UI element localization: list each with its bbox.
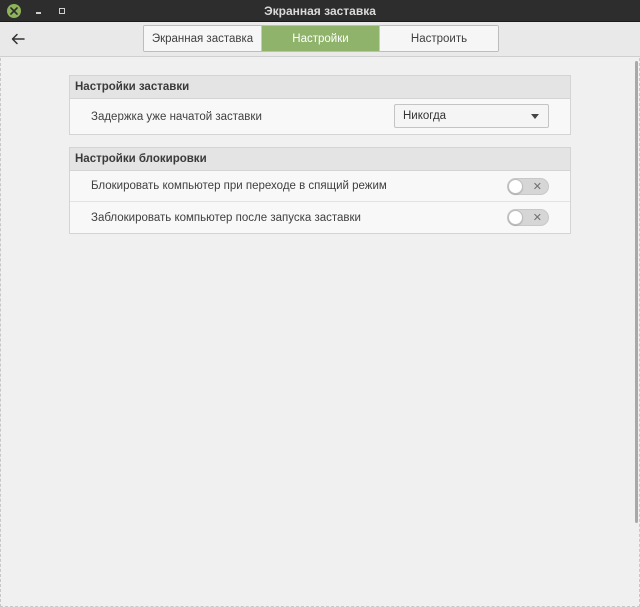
content-area xyxy=(0,58,640,607)
lock-after-screensaver-label: Заблокировать компьютер после запуска за… xyxy=(91,211,361,224)
toggle-knob xyxy=(508,179,523,194)
delay-label: Задержка уже начатой заставки xyxy=(91,110,262,123)
stack-switcher: Экранная заставка Настройки Настроить xyxy=(143,25,499,52)
screensaver-settings-section: Настройки заставки Задержка уже начатой … xyxy=(69,75,571,135)
delay-value: Никогда xyxy=(403,110,447,122)
scrollbar[interactable] xyxy=(635,61,638,523)
delay-row: Задержка уже начатой заставки Никогда xyxy=(70,99,570,134)
back-arrow-icon xyxy=(11,33,25,45)
tab-customize[interactable]: Настроить xyxy=(380,26,498,51)
lock-after-screensaver-toggle[interactable]: ✕ xyxy=(507,209,549,226)
lock-on-suspend-label: Блокировать компьютер при переходе в спя… xyxy=(91,180,387,192)
x-icon: ✕ xyxy=(532,212,542,224)
toggle-knob xyxy=(508,210,523,225)
chevron-down-icon xyxy=(531,114,539,119)
lock-after-screensaver-row: Заблокировать компьютер после запуска за… xyxy=(70,202,570,233)
lock-on-suspend-row: Блокировать компьютер при переходе в спя… xyxy=(70,171,570,202)
section-header: Настройки блокировки xyxy=(70,148,570,171)
back-button[interactable] xyxy=(8,30,28,48)
lock-settings-section: Настройки блокировки Блокировать компьют… xyxy=(69,147,571,234)
tab-screensaver[interactable]: Экранная заставка xyxy=(144,26,262,51)
window-titlebar: Экранная заставка xyxy=(0,0,640,22)
window-title: Экранная заставка xyxy=(264,4,376,18)
delay-dropdown[interactable]: Никогда xyxy=(394,104,549,128)
lock-on-suspend-toggle[interactable]: ✕ xyxy=(507,178,549,195)
header-bar: Экранная заставка Настройки Настроить xyxy=(0,22,640,57)
x-icon: ✕ xyxy=(532,181,542,193)
section-header: Настройки заставки xyxy=(70,76,570,99)
tab-settings[interactable]: Настройки xyxy=(262,26,380,51)
